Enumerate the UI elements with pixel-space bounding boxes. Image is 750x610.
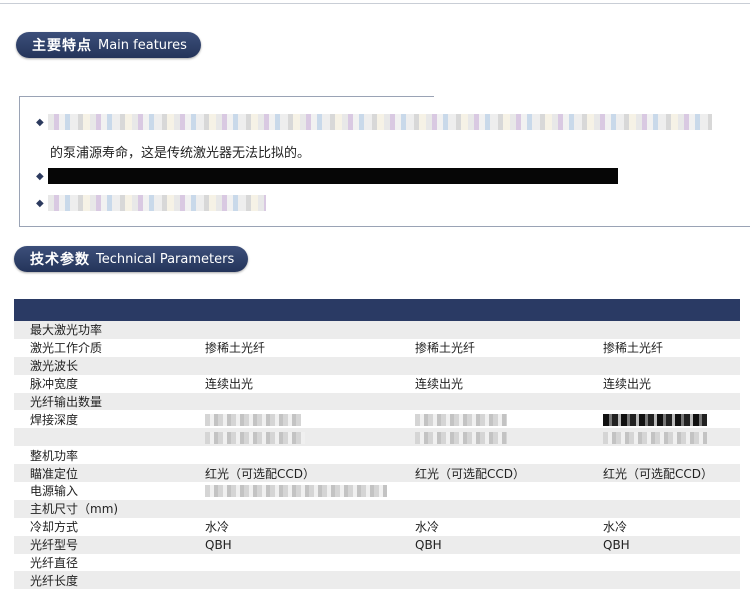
- spec-table-body: 最大激光功率 激光工作介质 掺稀土光纤 掺稀土光纤 掺稀土光纤激光波长脉冲宽度 连续出光 连…: [14, 321, 740, 590]
- table-row: 脉冲宽度 连续出光 连续出光 连续出光: [14, 374, 740, 393]
- spec-table: 最大激光功率 激光工作介质 掺稀土光纤 掺稀土光纤 掺稀土光纤激光波长脉冲宽度 连续出光 连…: [14, 299, 740, 590]
- row-label: 光纤输出数量: [30, 395, 103, 409]
- redacted-value: [415, 413, 507, 426]
- value-cell: 连续出光: [205, 377, 254, 392]
- feature-item-1: ◆: [36, 114, 712, 130]
- value-cell: [205, 430, 415, 444]
- value-cell: [415, 412, 603, 426]
- value-cell: 水冷: [205, 520, 230, 535]
- technical-parameters-heading-zh: 技术参数: [30, 252, 90, 268]
- table-row: 最大激光功率: [14, 321, 740, 339]
- row-label: 激光工作介质: [30, 341, 103, 356]
- table-row: [14, 428, 740, 447]
- row-label: 冷却方式: [30, 520, 79, 535]
- redacted-value: [205, 431, 305, 444]
- redacted-text: [48, 168, 618, 184]
- value-cell: 红光（可选配CCD）: [205, 466, 315, 481]
- value-cell: 掺稀土光纤: [603, 341, 664, 356]
- row-label: 主机尺寸（mm): [30, 502, 119, 517]
- table-row: 冷却方式 水冷 水冷 水冷: [14, 517, 740, 536]
- value-cell: [415, 430, 603, 444]
- value-cell: QBH: [415, 537, 442, 552]
- redacted-text: [48, 114, 712, 130]
- value-cell: 红光（可选配CCD）: [603, 466, 713, 481]
- value-cell: 连续出光: [603, 377, 652, 392]
- redacted-value: [603, 413, 707, 426]
- row-label: 焊接深度: [30, 412, 79, 427]
- redacted-value: [205, 485, 387, 498]
- value-cell: 红光（可选配CCD）: [415, 466, 525, 481]
- table-row: 光纤输出数量: [14, 392, 740, 411]
- features-box: ◆ 的泵浦源寿命，这是传统激光器无法比拟的。 ◆ ◆: [19, 96, 750, 227]
- technical-parameters-heading: 技术参数 Technical Parameters: [14, 246, 249, 272]
- row-label: 整机功率: [30, 448, 79, 463]
- row-label: 脉冲宽度: [30, 377, 79, 392]
- table-row: 瞄准定位 红光（可选配CCD） 红光（可选配CCD） 红光（可选配CCD）: [14, 464, 740, 483]
- row-label: 电源输入: [30, 484, 79, 499]
- diamond-bullet-icon: ◆: [36, 197, 44, 209]
- value-cell: 掺稀土光纤: [205, 341, 266, 356]
- value-cell: [415, 484, 603, 498]
- value-cell: 掺稀土光纤: [415, 341, 476, 356]
- main-features-heading: 主要特点 Main features: [16, 32, 201, 58]
- table-row: 激光波长: [14, 356, 740, 375]
- table-row: 电源输入: [14, 482, 740, 500]
- table-row: 焊接深度: [14, 410, 740, 429]
- row-label: 光纤长度: [30, 573, 79, 588]
- redacted-text: [48, 195, 266, 211]
- table-row: 光纤长度: [14, 571, 740, 590]
- row-label: 光纤直径: [30, 556, 79, 571]
- value-cell: 连续出光: [415, 377, 464, 392]
- value-cell: [603, 430, 740, 444]
- feature-item-2: ◆: [36, 168, 618, 184]
- table-row: 主机尺寸（mm): [14, 499, 740, 518]
- row-label: 光纤型号: [30, 538, 79, 553]
- top-divider: [0, 3, 750, 4]
- row-label: 激光波长: [30, 359, 79, 374]
- value-cell: [205, 412, 415, 426]
- feature-item-3: ◆: [36, 195, 266, 211]
- diamond-bullet-icon: ◆: [36, 116, 44, 128]
- value-cell: QBH: [603, 537, 630, 552]
- value-cell: QBH: [205, 537, 232, 552]
- feature-item-1-continuation: 的泵浦源寿命，这是传统激光器无法比拟的。: [50, 146, 311, 161]
- row-label: 瞄准定位: [30, 466, 79, 481]
- table-row: 光纤型号 QBH QBH QBH: [14, 535, 740, 554]
- diamond-bullet-icon: ◆: [36, 170, 44, 182]
- value-cell: [603, 412, 740, 426]
- table-row: 整机功率: [14, 446, 740, 465]
- value-cell: 水冷: [415, 520, 440, 535]
- main-features-heading-zh: 主要特点: [32, 38, 92, 54]
- technical-parameters-heading-en: Technical Parameters: [96, 251, 235, 267]
- main-features-heading-en: Main features: [98, 37, 187, 53]
- row-label: 最大激光功率: [30, 323, 103, 338]
- value-cell: 水冷: [603, 520, 628, 535]
- redacted-value: [603, 431, 707, 444]
- features-box-top-border: [19, 96, 434, 97]
- table-row: 激光工作介质 掺稀土光纤 掺稀土光纤 掺稀土光纤: [14, 338, 740, 357]
- table-row: 光纤直径: [14, 553, 740, 572]
- redacted-value: [415, 431, 507, 444]
- spec-table-header: [14, 299, 740, 321]
- value-cell: [205, 484, 415, 498]
- redacted-value: [205, 413, 301, 426]
